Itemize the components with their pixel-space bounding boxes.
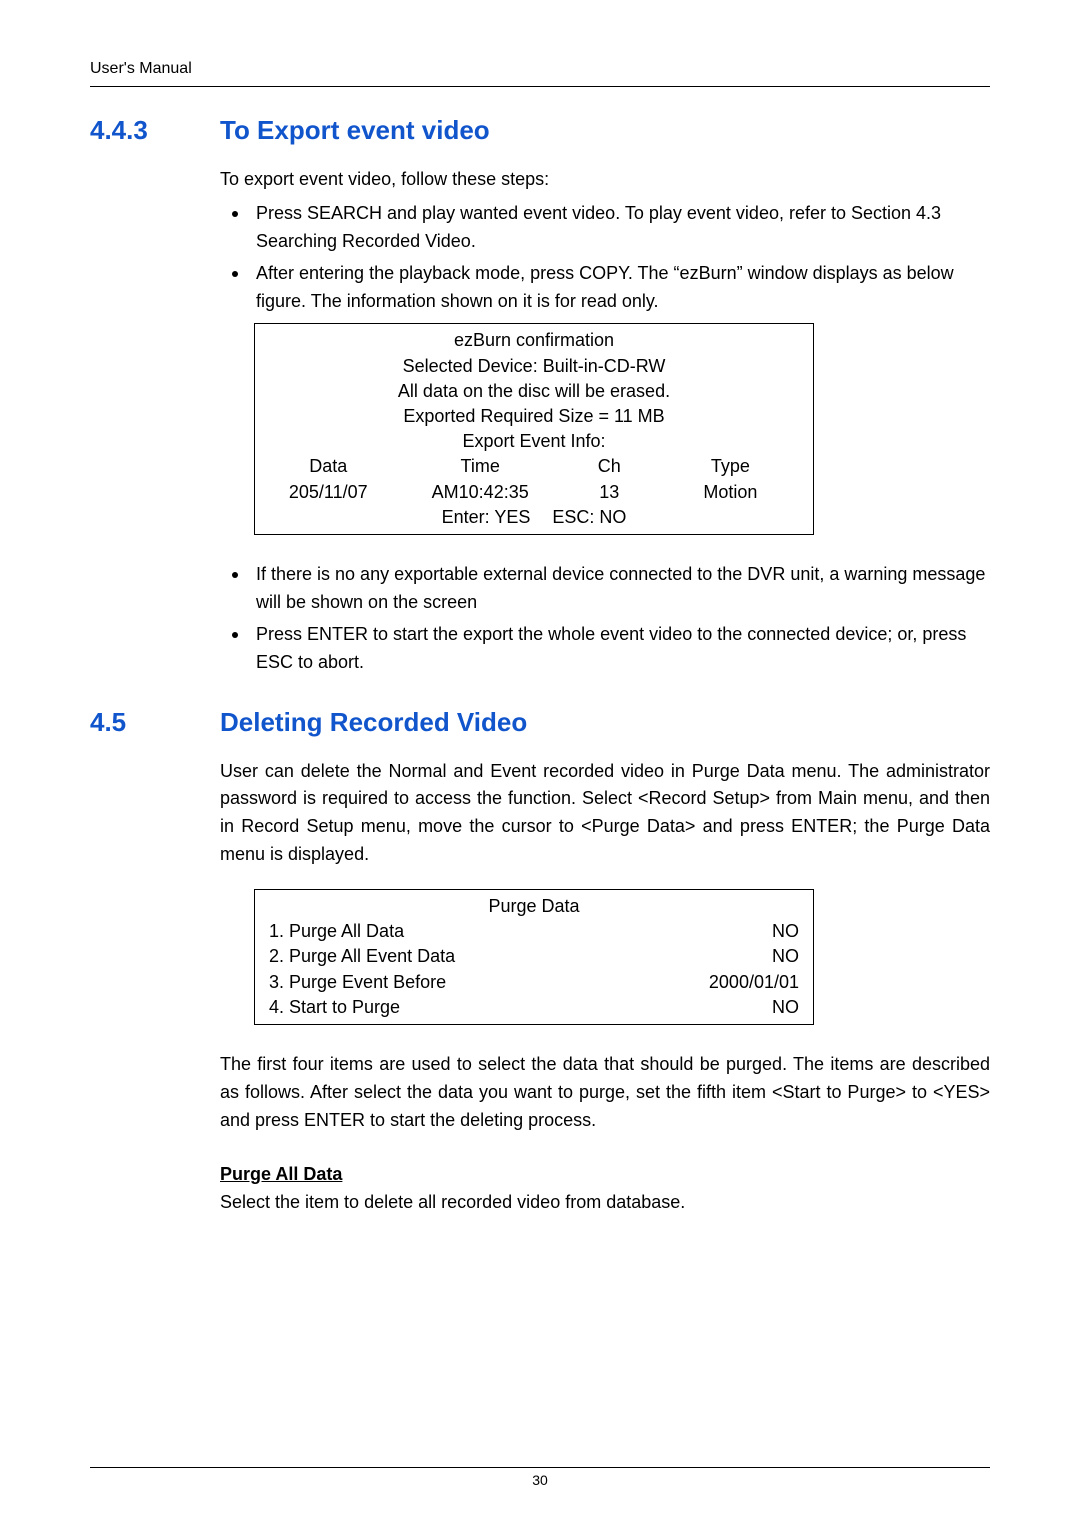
purge-row-value: NO <box>772 995 799 1020</box>
bullet-icon <box>232 632 238 638</box>
paragraph: The first four items are used to select … <box>220 1051 990 1135</box>
bullet-icon <box>232 271 238 277</box>
purge-row-value: NO <box>772 944 799 969</box>
bullet-text: Press ENTER to start the export the whol… <box>256 621 990 677</box>
ezburn-line: Exported Required Size = 11 MB <box>265 404 803 429</box>
ezburn-title: ezBurn confirmation <box>265 328 803 353</box>
heading-number: 4.5 <box>90 707 220 738</box>
cell-type: Motion <box>658 480 803 505</box>
bullet-text: After entering the playback mode, press … <box>256 260 990 316</box>
bullet-icon <box>232 211 238 217</box>
col-type: Type <box>658 454 803 479</box>
ezburn-box: ezBurn confirmation Selected Device: Bui… <box>254 323 814 535</box>
heading-4-4-3: 4.4.3 To Export event video <box>90 115 990 146</box>
esc-no: ESC: NO <box>552 505 626 530</box>
ezburn-line: Export Event Info: <box>265 429 803 454</box>
col-data: Data <box>265 454 400 479</box>
running-header: User's Manual <box>90 60 990 87</box>
paragraph: Select the item to delete all recorded v… <box>220 1189 990 1217</box>
heading-4-5: 4.5 Deleting Recorded Video <box>90 707 990 738</box>
purge-box: Purge Data 1. Purge All Data NO 2. Purge … <box>254 889 814 1025</box>
subheading-purge-all-data: Purge All Data <box>220 1161 990 1189</box>
col-ch: Ch <box>561 454 658 479</box>
col-time: Time <box>400 454 561 479</box>
cell-ch: 13 <box>561 480 658 505</box>
ezburn-line: All data on the disc will be erased. <box>265 379 803 404</box>
purge-row-value: 2000/01/01 <box>709 970 799 995</box>
purge-row-label: 4. Start to Purge <box>269 995 400 1020</box>
heading-number: 4.4.3 <box>90 115 220 146</box>
heading-text: To Export event video <box>220 115 490 146</box>
cell-data: 205/11/07 <box>265 480 400 505</box>
enter-yes: Enter: YES <box>442 505 531 530</box>
ezburn-data-row: 205/11/07 AM10:42:35 13 Motion <box>265 480 803 505</box>
ezburn-line: Selected Device: Built-in-CD-RW <box>265 354 803 379</box>
purge-title: Purge Data <box>269 894 799 919</box>
bullet-icon <box>232 572 238 578</box>
ezburn-header-row: Data Time Ch Type <box>265 454 803 479</box>
page-number: 30 <box>90 1467 990 1488</box>
purge-row-label: 1. Purge All Data <box>269 919 404 944</box>
purge-row-value: NO <box>772 919 799 944</box>
heading-text: Deleting Recorded Video <box>220 707 527 738</box>
intro-line: To export event video, follow these step… <box>220 166 990 194</box>
paragraph: User can delete the Normal and Event rec… <box>220 758 990 870</box>
purge-row-label: 2. Purge All Event Data <box>269 944 455 969</box>
cell-time: AM10:42:35 <box>400 480 561 505</box>
bullet-text: If there is no any exportable external d… <box>256 561 990 617</box>
purge-row-label: 3. Purge Event Before <box>269 970 446 995</box>
bullet-text: Press SEARCH and play wanted event video… <box>256 200 990 256</box>
